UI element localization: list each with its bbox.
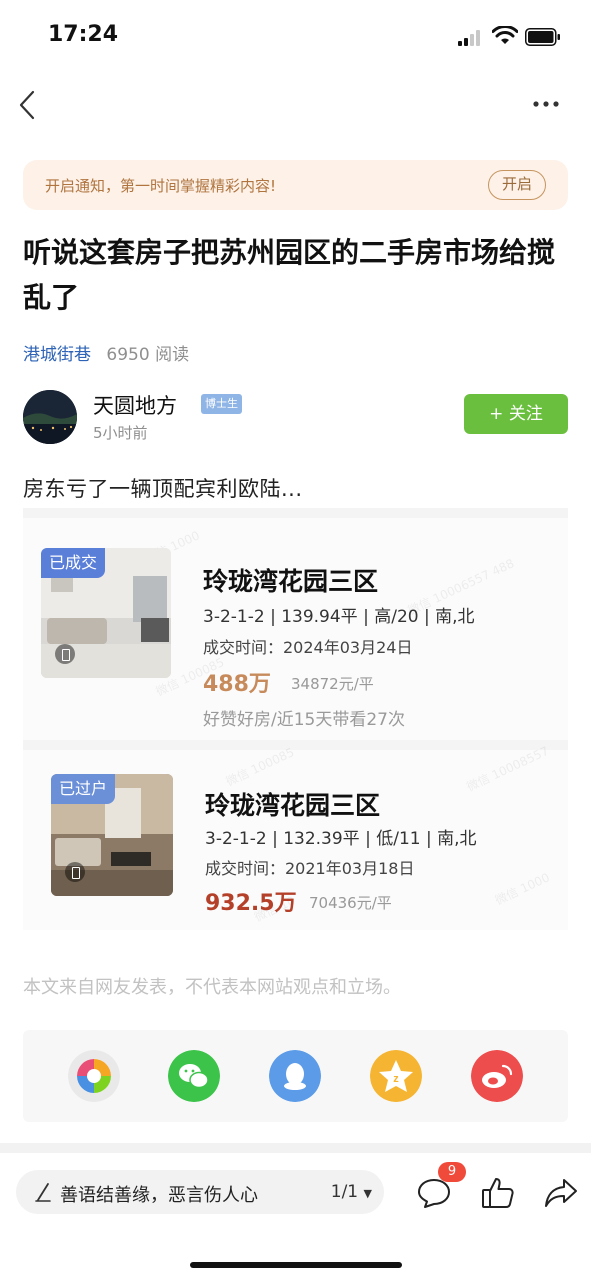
listing-deal-date: 成交时间：2024年03月24日 bbox=[203, 638, 413, 657]
vr-icon bbox=[55, 644, 75, 664]
share-arrow-icon[interactable] bbox=[543, 1176, 579, 1210]
page-indicator[interactable]: 1/1 ▼ bbox=[331, 1182, 372, 1202]
wechat-icon[interactable] bbox=[168, 1050, 220, 1102]
read-count: 6950 阅读 bbox=[106, 345, 190, 365]
listing-screenshot: 微信 1000 微信 10006557 488 微信 100085 已成交 玲珑… bbox=[23, 508, 568, 930]
notification-text: 开启通知，第一时间掌握精彩内容! bbox=[45, 177, 277, 195]
avatar[interactable] bbox=[23, 390, 77, 444]
disclaimer: 本文来自网友发表，不代表本网站观点和立场。 bbox=[23, 977, 401, 998]
qzone-icon[interactable]: z bbox=[370, 1050, 422, 1102]
svg-text:z: z bbox=[393, 1073, 399, 1085]
caret-down-icon: ▼ bbox=[363, 1187, 372, 1200]
listing-deal-date: 成交时间：2021年03月18日 bbox=[205, 859, 415, 878]
weibo-icon[interactable] bbox=[471, 1050, 523, 1102]
listing-spec: 3-2-1-2 | 139.94平 | 高/20 | 南,北 bbox=[203, 607, 475, 627]
back-button[interactable] bbox=[14, 88, 44, 122]
listing-photo[interactable]: 已过户 bbox=[51, 774, 173, 896]
more-options-button[interactable] bbox=[526, 92, 566, 116]
pen-icon bbox=[35, 1183, 51, 1202]
follow-button[interactable]: + 关注 bbox=[464, 394, 568, 434]
listing-photo[interactable]: 已成交 bbox=[41, 548, 171, 678]
listing-card: 微信 1000 微信 10006557 488 微信 100085 已成交 玲珑… bbox=[23, 518, 568, 740]
share-bar: z bbox=[23, 1030, 568, 1122]
article-meta: 港城街巷 6950 阅读 bbox=[23, 340, 189, 365]
battery-icon bbox=[525, 28, 560, 46]
comment-count-badge: 9 bbox=[438, 1162, 466, 1182]
qq-icon[interactable] bbox=[269, 1050, 321, 1102]
listing-card: 微信 100085 微信 10008557 微信 10 微信 1000 已过户 … bbox=[23, 744, 568, 930]
nav-bar bbox=[0, 72, 591, 138]
listing-status-tag: 已成交 bbox=[41, 548, 106, 578]
article-title: 听说这套房子把苏州园区的二手房市场给搅乱了 bbox=[23, 236, 556, 314]
moments-icon[interactable] bbox=[68, 1050, 120, 1102]
author-row: 天圆地方 博士生 5小时前 + 关注 bbox=[23, 388, 568, 448]
cellular-signal-icon bbox=[458, 30, 484, 46]
comment-placeholder: 善语结善缘，恶言伤人心 bbox=[60, 1185, 258, 1206]
thumbs-up-icon[interactable] bbox=[480, 1175, 516, 1211]
section-divider bbox=[0, 1143, 591, 1153]
page-indicator-label: 1/1 bbox=[330, 1182, 359, 1202]
comment-input[interactable]: 善语结善缘，恶言伤人心 1/1 ▼ bbox=[16, 1170, 384, 1214]
notification-banner: 开启通知，第一时间掌握精彩内容! 开启 bbox=[23, 160, 568, 210]
listing-status-tag: 已过户 bbox=[51, 774, 116, 804]
listing-price: 932.5万 bbox=[205, 891, 297, 916]
listing-name: 玲珑湾花园三区 bbox=[205, 791, 381, 820]
wifi-icon bbox=[492, 26, 518, 44]
listing-tags: 好赞好房/近15天带看27次 bbox=[203, 710, 405, 730]
home-indicator bbox=[190, 1262, 402, 1268]
article-intro: 房东亏了一辆顶配宾利欧陆... bbox=[23, 477, 303, 501]
post-time: 5小时前 bbox=[93, 424, 148, 442]
listing-unit-price: 34872元/平 bbox=[291, 675, 374, 693]
listing-unit-price: 70436元/平 bbox=[309, 894, 392, 912]
enable-notification-button[interactable]: 开启 bbox=[488, 170, 546, 200]
source-link[interactable]: 港城街巷 bbox=[23, 345, 91, 365]
vr-icon bbox=[65, 862, 85, 882]
author-badge: 博士生 bbox=[201, 394, 242, 414]
author-name[interactable]: 天圆地方 bbox=[93, 390, 177, 420]
listing-price: 488万 bbox=[203, 672, 271, 697]
status-bar: 17:24 bbox=[0, 0, 591, 72]
listing-spec: 3-2-1-2 | 132.39平 | 低/11 | 南,北 bbox=[205, 829, 477, 849]
status-time: 17:24 bbox=[48, 22, 119, 47]
listing-name: 玲珑湾花园三区 bbox=[203, 567, 379, 596]
